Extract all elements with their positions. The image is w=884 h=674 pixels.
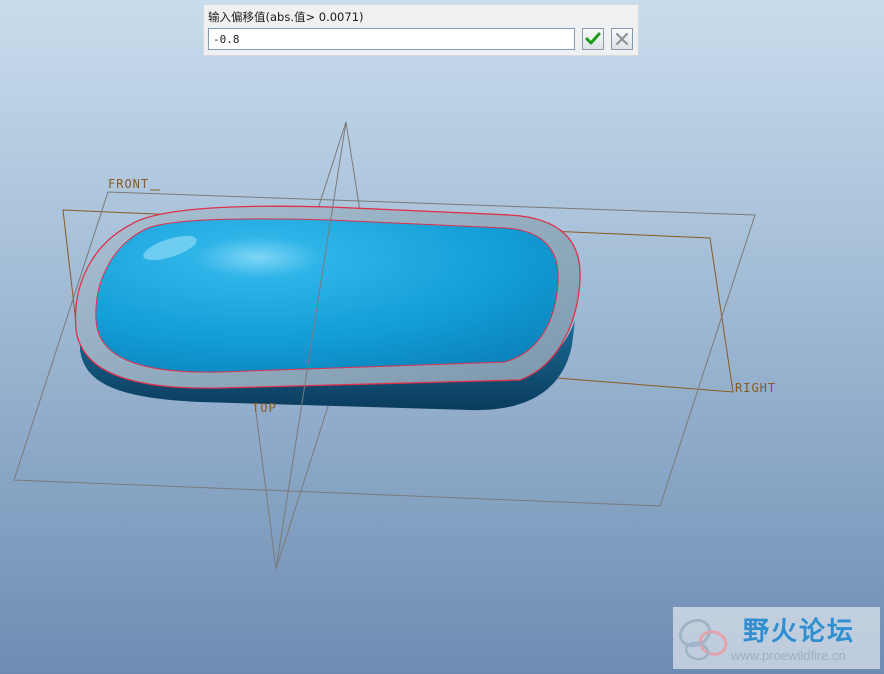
checkmark-icon bbox=[585, 32, 601, 45]
accept-button[interactable] bbox=[582, 28, 604, 50]
offset-prompt: 输入偏移值(abs.值> 0.0071) bbox=[208, 10, 364, 24]
top-datum-label[interactable]: TOP bbox=[252, 401, 277, 415]
watermark-title: 野火论坛 bbox=[743, 617, 856, 647]
graphics-viewport[interactable]: FRONT TOP RIGHT bbox=[0, 0, 884, 674]
close-icon bbox=[615, 32, 629, 46]
watermark-url: www.proewildfire.cn bbox=[731, 648, 846, 663]
cancel-button[interactable] bbox=[611, 28, 633, 50]
right-datum-label[interactable]: RIGHT bbox=[735, 381, 776, 395]
front-datum-label[interactable]: FRONT bbox=[108, 177, 149, 191]
forum-watermark: 野火论坛 www.proewildfire.cn bbox=[673, 607, 880, 669]
butterfly-logo-icon bbox=[678, 618, 728, 661]
offset-input-dialog: 输入偏移值(abs.值> 0.0071) bbox=[203, 4, 639, 56]
model-scene: FRONT TOP RIGHT bbox=[13, 121, 776, 570]
offset-value-input[interactable] bbox=[208, 28, 575, 50]
